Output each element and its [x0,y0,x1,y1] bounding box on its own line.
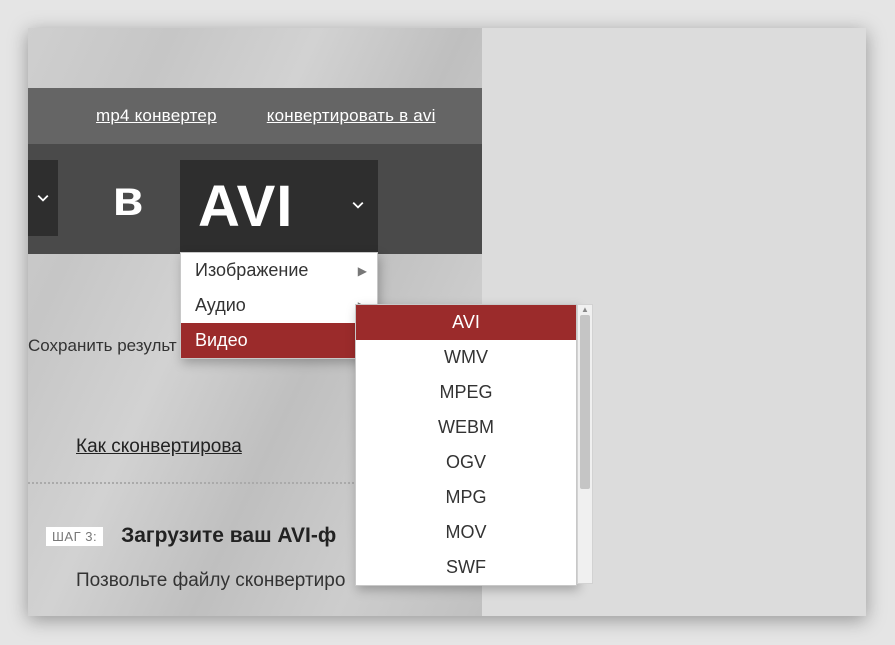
category-label: Изображение [195,260,308,281]
format-item-mov[interactable]: MOV [356,515,576,550]
chevron-down-icon [37,192,49,204]
how-to-link[interactable]: Как сконвертирова [76,436,242,458]
save-to-label: Сохранить результ [28,336,177,356]
format-item-mpg[interactable]: MPG [356,480,576,515]
link-mp4-converter[interactable]: mp4 конвертер [96,106,217,126]
chevron-right-icon: ▶ [358,264,367,278]
submenu-scrollbar[interactable]: ▲ [577,304,593,584]
format-item-swf[interactable]: SWF [356,550,576,585]
app-panel: mp4 конвертер конвертировать в avi в AVI… [28,28,866,616]
format-item-avi[interactable]: AVI [356,305,576,340]
link-convert-to-avi[interactable]: конвертировать в avi [267,106,436,126]
chevron-down-icon [352,198,364,214]
step-badge: ШАГ 3: [46,527,103,546]
format-submenu: AVI WMV MPEG WEBM OGV MPG MOV SWF [355,304,577,586]
target-format-label: AVI [198,173,293,240]
format-item-wmv[interactable]: WMV [356,340,576,375]
direction-separator: в [88,160,168,236]
target-format-dropdown[interactable]: AVI [180,160,378,252]
top-nav: mp4 конвертер конвертировать в avi [28,88,482,144]
category-item-audio[interactable]: Аудио ▶ [181,288,377,323]
scroll-thumb[interactable] [580,315,590,489]
scroll-up-icon: ▲ [578,305,592,315]
format-item-ogv[interactable]: OGV [356,445,576,480]
step-description: Позвольте файлу сконвертиро [76,570,345,592]
step-title: Загрузите ваш AVI-ф [121,524,336,548]
step-row: ШАГ 3: Загрузите ваш AVI-ф [46,524,336,548]
category-item-image[interactable]: Изображение ▶ [181,253,377,288]
format-item-webm[interactable]: WEBM [356,410,576,445]
format-item-mpeg[interactable]: MPEG [356,375,576,410]
source-format-dropdown[interactable] [28,160,58,236]
category-label: Аудио [195,295,246,316]
